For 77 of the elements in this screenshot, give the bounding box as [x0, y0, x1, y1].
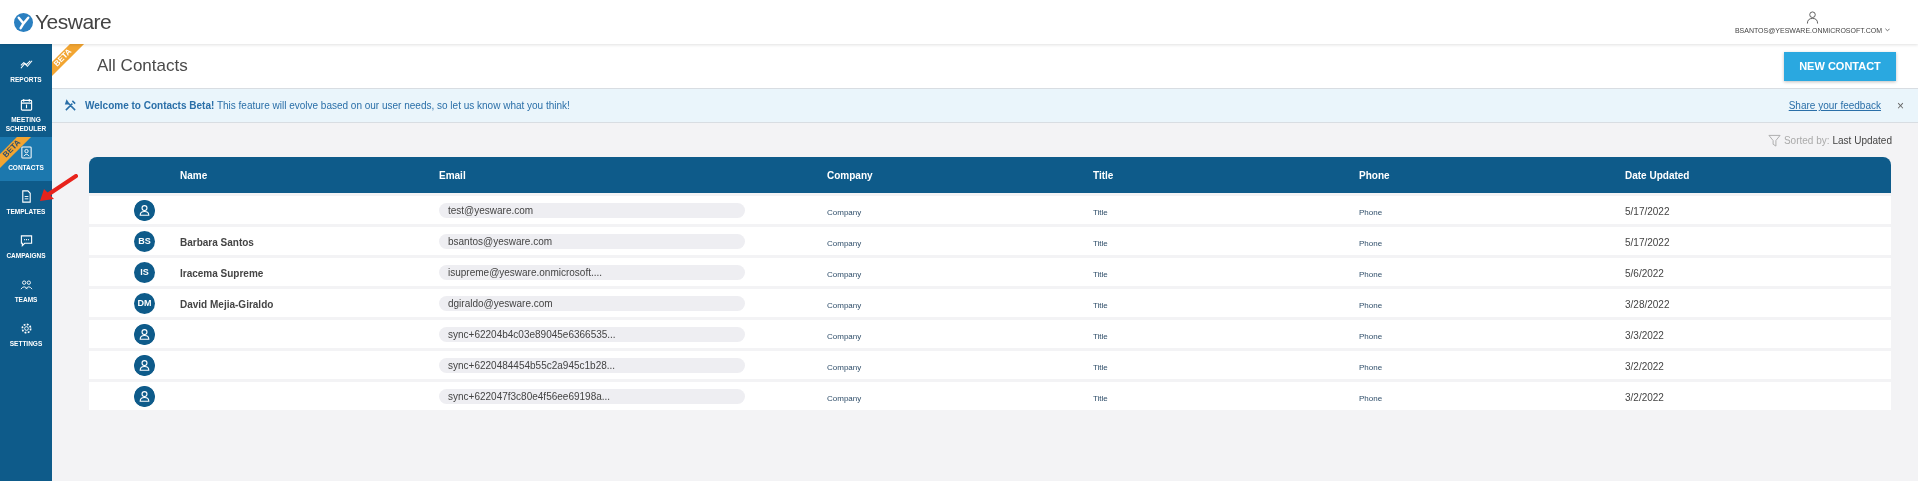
email-pill: isupreme@yesware.onmicrosoft....	[439, 264, 745, 280]
initials-avatar: DM	[134, 292, 155, 314]
table-row[interactable]: BS Barbara Santos bsantos@yesware.com Company Title Phone 5/17/2022	[89, 227, 1891, 255]
company-cell: Company	[827, 270, 862, 279]
phone-cell: Phone	[1359, 239, 1383, 248]
logo-text[interactable]: Yesware	[35, 10, 112, 34]
phone-cell: Phone	[1359, 394, 1383, 403]
table-row[interactable]: DM David Mejia-Giraldo dgiraldo@yesware.com Company Title Phone 3/28/2022	[89, 289, 1891, 317]
chevron-icon	[1885, 28, 1890, 32]
date-cell: 5/17/2022	[1625, 237, 1670, 248]
phone-cell: Phone	[1359, 301, 1383, 310]
table-row[interactable]: IS Iracema Supreme isupreme@yesware.onmicrosoft.... Company Title Phone 5/6/2022	[89, 258, 1891, 286]
company-cell: Company	[827, 363, 862, 372]
tools-icon	[64, 99, 77, 112]
chart-icon	[19, 58, 33, 71]
avatar-icon	[134, 199, 155, 221]
sort-label: Sorted by:	[1783, 134, 1830, 146]
table-row[interactable]: sync+62204b4c03e89045e6366535... Company Title Phone 3/3/2022	[89, 320, 1891, 348]
company-cell: Company	[827, 239, 862, 248]
table-row[interactable]: sync+622047f3c80e4f56ee69198a... Company Title Phone 3/2/2022	[89, 382, 1891, 410]
title-cell: Title	[1093, 239, 1108, 248]
date-cell: 3/2/2022	[1625, 361, 1664, 372]
company-cell: Company	[827, 394, 862, 403]
table-row[interactable]: sync+6220484454b55c2a945c1b28... Company Title Phone 3/2/2022	[89, 351, 1891, 379]
title-cell: Title	[1093, 394, 1108, 403]
column-header[interactable]: Phone	[1359, 169, 1625, 181]
company-cell: Company	[827, 301, 862, 310]
sort-value[interactable]: Last Updated	[1832, 134, 1892, 146]
document-icon	[19, 190, 33, 203]
date-cell: 5/6/2022	[1625, 268, 1664, 279]
column-header[interactable]: Name	[180, 169, 439, 181]
title-cell: Title	[1093, 301, 1108, 310]
initials-avatar: IS	[134, 261, 155, 283]
logo-icon	[14, 12, 33, 32]
calendar-icon	[19, 97, 33, 111]
phone-cell: Phone	[1359, 208, 1383, 217]
phone-cell: Phone	[1359, 270, 1383, 279]
email-pill: dgiraldo@yesware.com	[439, 295, 745, 311]
settings-icon	[19, 322, 33, 335]
avatar-icon	[134, 385, 155, 407]
initials-avatar: BS	[134, 230, 155, 252]
title-cell: Title	[1093, 332, 1108, 341]
company-cell: Company	[827, 332, 862, 341]
email-pill: bsantos@yesware.com	[439, 233, 745, 249]
date-cell: 3/28/2022	[1625, 299, 1670, 310]
banner-message: Welcome to Contacts Beta! This feature will evolve based on our user needs, so let us know what you think!	[85, 100, 571, 111]
phone-cell: Phone	[1359, 332, 1383, 341]
column-header[interactable]: Title	[1093, 169, 1359, 181]
table-row[interactable]: test@yesware.com Company Title Phone 5/17/2022	[89, 196, 1891, 224]
email-pill: sync+6220484454b55c2a945c1b28...	[439, 357, 745, 373]
avatar-icon	[134, 323, 155, 345]
date-cell: 5/17/2022	[1625, 206, 1670, 217]
avatar-icon	[134, 354, 155, 376]
column-header[interactable]: Date Updated	[1625, 169, 1891, 181]
date-cell: 3/3/2022	[1625, 330, 1664, 341]
contact-name[interactable]: Iracema Supreme	[180, 268, 264, 279]
title-cell: Title	[1093, 270, 1108, 279]
column-header[interactable]: Email	[439, 169, 827, 181]
close-button[interactable]: ×	[1895, 98, 1906, 113]
team-icon	[19, 278, 33, 291]
email-pill: test@yesware.com	[439, 202, 745, 218]
company-cell: Company	[827, 208, 862, 217]
email-pill: sync+62204b4c03e89045e6366535...	[439, 326, 745, 342]
email-pill: sync+622047f3c80e4f56ee69198a...	[439, 388, 745, 404]
contact-name[interactable]: David Mejia-Giraldo	[180, 299, 274, 310]
phone-cell: Phone	[1359, 363, 1383, 372]
column-header[interactable]: Company	[827, 169, 1093, 181]
title-cell: Title	[1093, 363, 1108, 372]
chat-icon	[19, 234, 33, 247]
contact-card-icon	[19, 146, 33, 159]
feedback-link[interactable]: Share your feedback	[1788, 100, 1881, 111]
date-cell: 3/2/2022	[1625, 392, 1664, 403]
title-cell: Title	[1093, 208, 1108, 217]
pointer-arrow	[38, 174, 78, 204]
contact-name[interactable]: Barbara Santos	[180, 237, 254, 248]
page-title: All Contacts	[97, 56, 188, 76]
user-icon[interactable]	[1805, 10, 1819, 24]
